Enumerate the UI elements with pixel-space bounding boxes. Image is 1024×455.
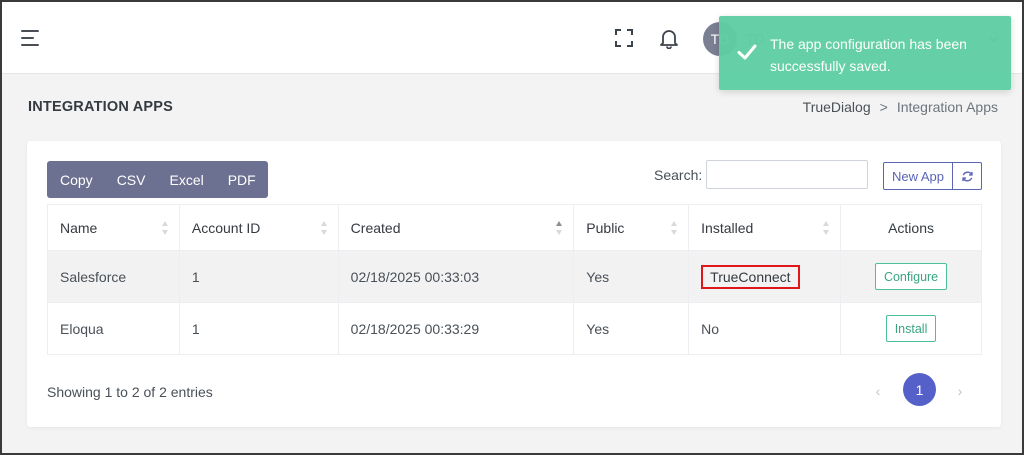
breadcrumb-separator: > (879, 99, 888, 115)
cell-name: Eloqua (47, 302, 180, 355)
table-row: Eloqua 1 02/18/2025 00:33:29 Yes No Inst… (47, 302, 982, 355)
search-label: Search: (654, 167, 703, 183)
column-header-public[interactable]: Public (573, 204, 690, 251)
apps-table: Name Account ID Created Public Installed… (47, 204, 982, 355)
cell-account-id: 1 (178, 302, 339, 355)
csv-button[interactable]: CSV (105, 161, 158, 198)
column-header-installed[interactable]: Installed (688, 204, 842, 251)
sort-icon (823, 221, 830, 235)
sort-icon (161, 221, 168, 235)
sort-icon (671, 221, 678, 235)
pagination-next[interactable]: › (952, 377, 968, 405)
table-info: Showing 1 to 2 of 2 entries (47, 384, 213, 400)
page-title: INTEGRATION APPS (28, 99, 173, 115)
success-toast[interactable]: The app configuration has been successfu… (719, 16, 1011, 90)
cell-actions: Install (840, 302, 982, 355)
menu-icon[interactable] (21, 30, 41, 48)
breadcrumb: TrueDialog > Integration Apps (803, 99, 998, 115)
sort-icon (320, 221, 327, 235)
column-header-actions: Actions (840, 204, 982, 251)
bell-icon[interactable] (658, 27, 680, 49)
table-row: Salesforce 1 02/18/2025 00:33:03 Yes Tru… (47, 250, 982, 303)
export-button-group: Copy CSV Excel PDF (47, 161, 268, 198)
install-button[interactable]: Install (885, 315, 937, 342)
cell-name: Salesforce (47, 250, 180, 303)
sort-ascending-icon (556, 221, 563, 235)
search-input[interactable] (706, 160, 868, 189)
column-header-account-id[interactable]: Account ID (178, 204, 339, 251)
breadcrumb-current: Integration Apps (896, 99, 998, 115)
toast-message: The app configuration has been successfu… (770, 36, 967, 74)
cell-installed: TrueConnect (688, 250, 842, 303)
pagination-page-1[interactable]: 1 (903, 373, 936, 406)
configure-button[interactable]: Configure (874, 263, 948, 290)
cell-account-id: 1 (178, 250, 339, 303)
column-header-created[interactable]: Created (337, 204, 575, 251)
cell-actions: Configure (840, 250, 982, 303)
cell-created: 02/18/2025 00:33:03 (337, 250, 575, 303)
check-icon (737, 44, 757, 60)
fullscreen-icon[interactable] (614, 28, 634, 48)
table-header-row: Name Account ID Created Public Installed… (47, 204, 982, 251)
pdf-button[interactable]: PDF (216, 161, 268, 198)
excel-button[interactable]: Excel (157, 161, 215, 198)
installed-highlight: TrueConnect (701, 264, 800, 289)
copy-button[interactable]: Copy (47, 161, 105, 198)
new-app-button[interactable]: New App (883, 162, 953, 190)
pagination-prev[interactable]: ‹ (870, 377, 886, 405)
refresh-button[interactable] (952, 162, 982, 190)
breadcrumb-root-link[interactable]: TrueDialog (803, 99, 871, 115)
column-header-name[interactable]: Name (47, 204, 180, 251)
cell-created: 02/18/2025 00:33:29 (337, 302, 575, 355)
cell-public: Yes (573, 250, 690, 303)
cell-installed: No (688, 302, 842, 355)
integration-apps-card: Copy CSV Excel PDF Search: New App Name … (27, 141, 1001, 427)
refresh-icon (961, 171, 973, 181)
cell-public: Yes (573, 302, 690, 355)
